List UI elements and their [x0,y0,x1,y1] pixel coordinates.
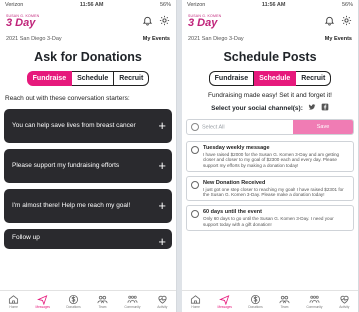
app-logo: SUSAN G. KOMEN 3 Day [188,13,222,30]
community-icon [127,295,138,303]
status-bar: Verizon 11:56 AM 56% [0,0,176,10]
activity-icon [340,295,349,304]
send-icon [219,295,230,305]
select-all-row[interactable]: Select All Save [186,119,354,135]
intro-text: Reach out with these conversation starte… [5,95,130,102]
conversation-starter-card[interactable]: You can help save lives from breast canc… [4,109,172,143]
facebook-icon[interactable] [321,103,329,113]
post-body: I just got one step closer to reaching m… [203,186,344,198]
save-button[interactable]: Save [293,120,353,134]
nav-messages[interactable]: Messages [217,294,232,309]
bell-icon[interactable] [324,13,335,31]
nav-community[interactable]: Community [306,294,322,309]
tab-fundraise[interactable]: Fundraise [26,71,73,86]
nav-home[interactable]: Home [190,294,201,309]
twitter-icon[interactable] [308,103,316,113]
battery-label: 56% [341,2,353,8]
app-logo: SUSAN G. KOMEN 3 Day [6,13,40,30]
nav-messages[interactable]: Messages [35,294,50,309]
channels-label: Select your social channel(s): [211,104,303,112]
battery-label: 56% [159,2,171,8]
my-events-dropdown[interactable]: My Events [325,36,352,42]
tab-bar: Fundraise Schedule Recruit [0,71,176,86]
nav-team[interactable]: Team [279,294,290,309]
carrier-label: Verizon [187,2,206,8]
event-bar: 2021 San Diego 3-Day My Events [0,34,176,44]
conversation-starter-card[interactable]: Follow up + [4,229,172,249]
scheduled-post-item[interactable]: New Donation Received I just got one ste… [186,175,354,202]
activity-icon [158,295,167,304]
conversation-starter-card[interactable]: Please support my fundraising efforts + [4,149,172,183]
app-header: SUSAN G. KOMEN 3 Day [182,10,358,34]
plus-icon[interactable]: + [158,198,166,214]
social-channel-picker: Select your social channel(s): [182,103,358,113]
select-all-radio[interactable] [191,123,199,131]
plus-icon[interactable]: + [158,118,166,134]
plus-icon[interactable]: + [158,234,166,250]
tab-fundraise[interactable]: Fundraise [208,71,255,86]
bottom-nav: Home Messages Donations Team Community A… [0,290,176,312]
nav-activity[interactable]: Activity [339,294,350,309]
post-title: New Donation Received [203,179,266,186]
event-name: 2021 San Diego 3-Day [6,36,62,42]
time-label: 11:56 AM [79,2,104,8]
plus-icon[interactable]: + [158,158,166,174]
tab-recruit[interactable]: Recruit [296,71,332,86]
community-icon [309,295,320,303]
home-icon [9,295,19,304]
nav-community[interactable]: Community [124,294,140,309]
gear-icon[interactable] [341,13,352,31]
conversation-starter-card[interactable]: I'm almost there! Help me reach my goal!… [4,189,172,223]
tab-recruit[interactable]: Recruit [114,71,150,86]
dollar-icon [250,294,261,305]
gear-icon[interactable] [159,13,170,31]
team-icon [97,295,108,304]
post-body: Only 60 days to go until the Susan G. Ko… [203,216,334,227]
page-title: Ask for Donations [34,50,142,64]
event-name: 2021 San Diego 3-Day [188,36,244,42]
bell-icon[interactable] [142,13,153,31]
post-radio[interactable] [191,180,199,189]
schedule-posts-screen: Verizon 11:56 AM 56% SUSAN G. KOMEN 3 Da… [182,0,359,312]
nav-home[interactable]: Home [8,294,19,309]
my-events-dropdown[interactable]: My Events [143,36,170,42]
carrier-label: Verizon [5,2,24,8]
post-body: I have raised $2000 for the Susan G. Kom… [203,152,340,168]
status-bar: Verizon 11:56 AM 56% [182,0,358,10]
nav-team[interactable]: Team [97,294,108,309]
send-icon [37,295,48,305]
nav-donations[interactable]: Donations [66,294,81,309]
time-label: 11:56 AM [261,2,286,8]
tab-schedule[interactable]: Schedule [254,71,297,86]
post-radio[interactable] [191,210,199,219]
post-title: 60 days until the event [203,209,262,216]
tab-bar: Fundraise Schedule Recruit [182,71,358,86]
team-icon [279,295,290,304]
intro-text: Fundraising made easy! Set it and forget… [208,92,332,99]
nav-donations[interactable]: Donations [248,294,263,309]
app-screens: Verizon 11:56 AM 56% SUSAN G. KOMEN 3 Da… [0,0,359,312]
app-header: SUSAN G. KOMEN 3 Day [0,10,176,34]
home-icon [191,295,201,304]
tab-schedule[interactable]: Schedule [72,71,115,86]
scheduled-post-item[interactable]: 60 days until the event Only 60 days to … [186,205,354,231]
ask-donations-screen: Verizon 11:56 AM 56% SUSAN G. KOMEN 3 Da… [0,0,177,312]
nav-activity[interactable]: Activity [157,294,168,309]
bottom-nav: Home Messages Donations Team Community A… [182,290,358,312]
select-all-label: Select All [202,124,225,131]
post-title: Tuesday weekly message [203,145,270,151]
page-title: Schedule Posts [223,50,317,64]
dollar-icon [68,294,79,305]
event-bar: 2021 San Diego 3-Day My Events [182,34,358,44]
scheduled-post-item[interactable]: Tuesday weekly message I have raised $20… [186,141,354,172]
post-radio[interactable] [191,146,199,154]
